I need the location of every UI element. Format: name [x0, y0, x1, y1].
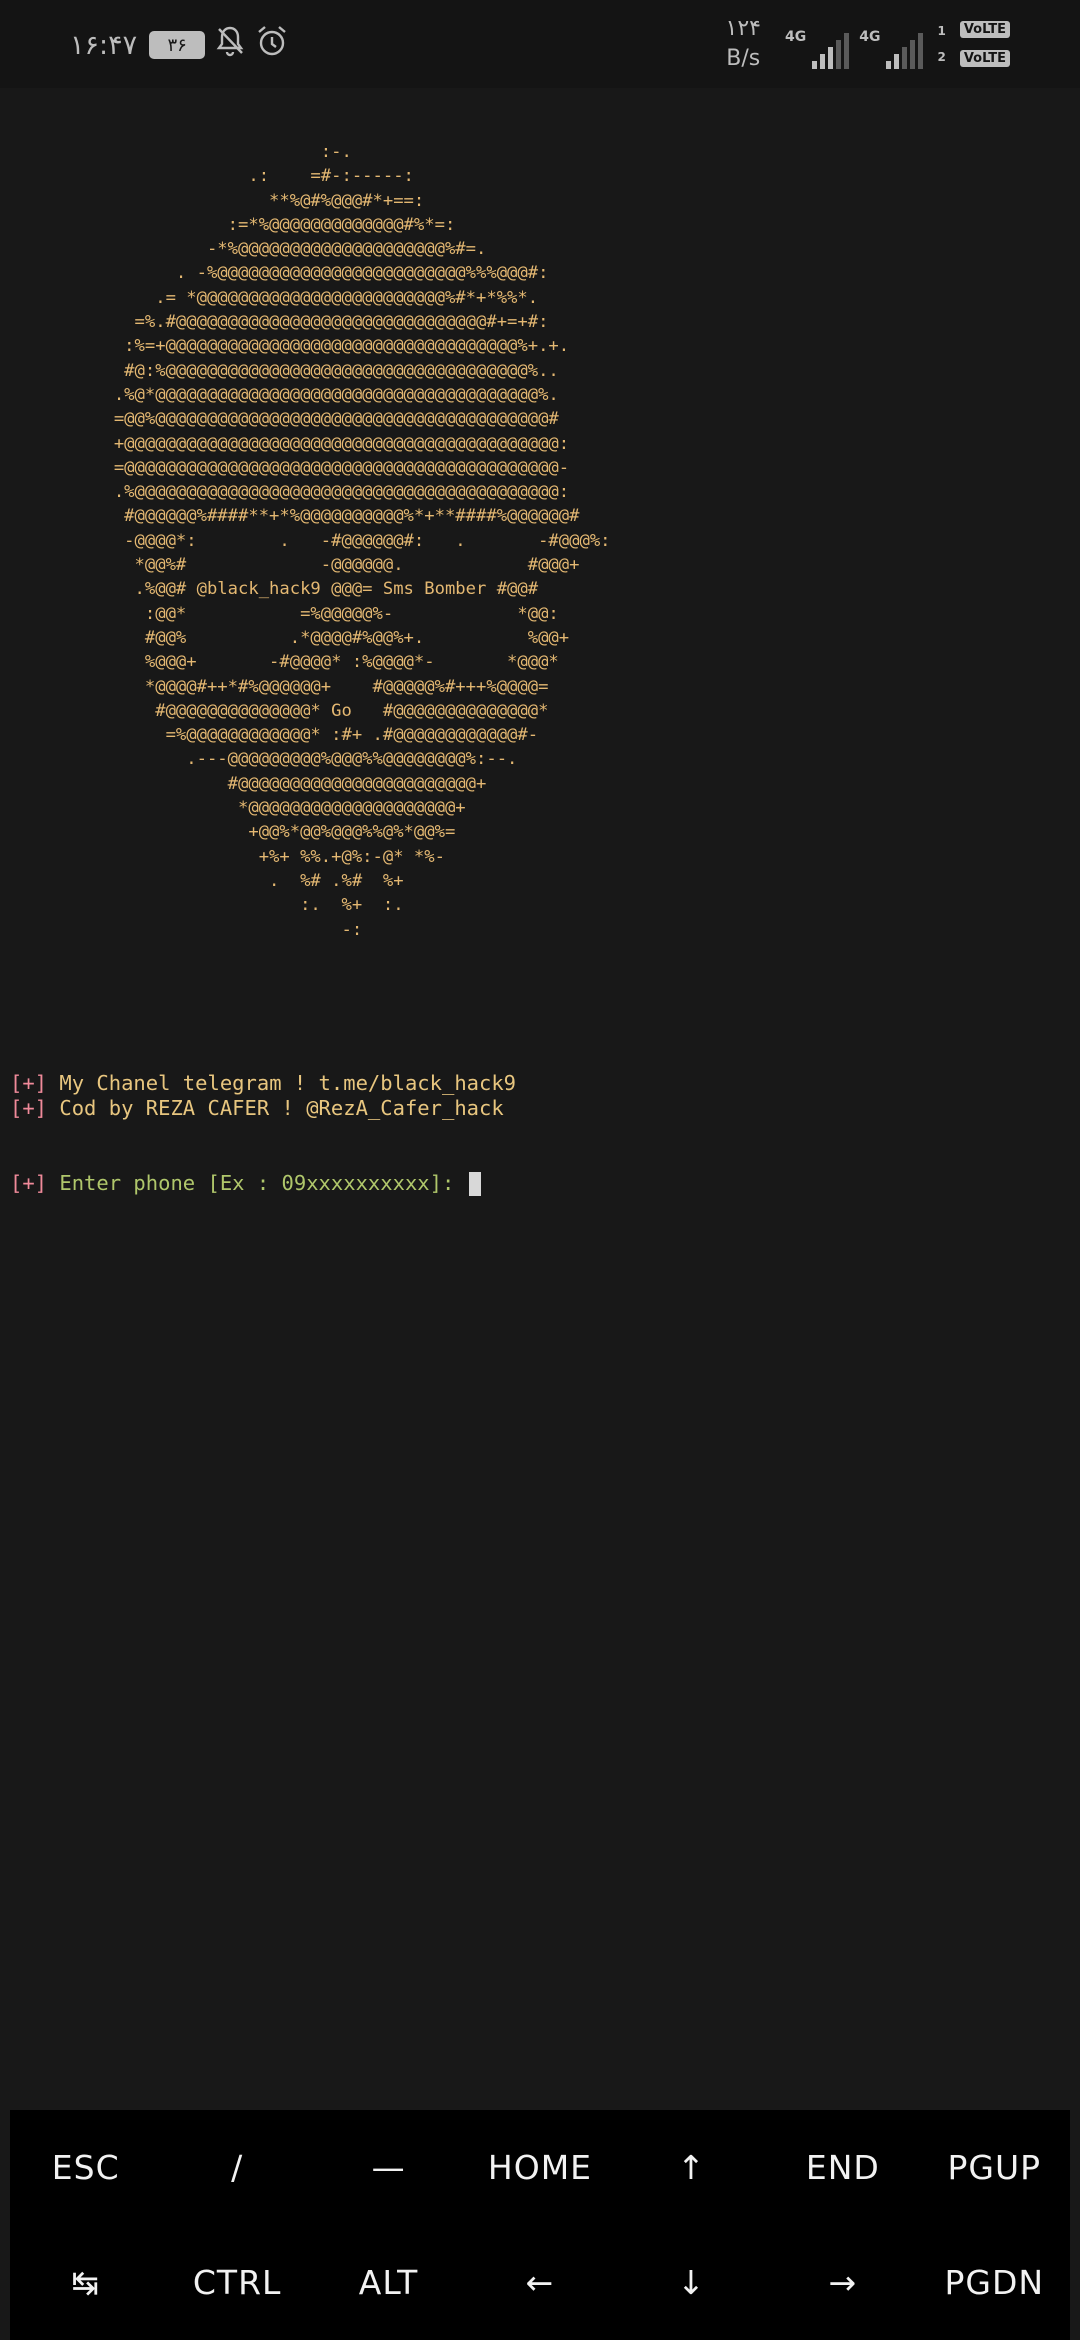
network-type-2: 4G — [859, 29, 881, 45]
signal-icon — [812, 33, 850, 69]
key-arrow-up[interactable]: ↑ — [616, 2110, 767, 2225]
key-alt[interactable]: ALT — [313, 2225, 464, 2340]
sim1-label: 1 — [937, 24, 946, 38]
line-bracket: [+] — [10, 1096, 48, 1120]
key-end[interactable]: END — [767, 2110, 918, 2225]
network-speed: ۱۲۴ B/s — [726, 14, 761, 74]
network-type-1: 4G — [785, 29, 807, 45]
key-ctrl[interactable]: CTRL — [161, 2225, 312, 2340]
sim2-label: 2 — [937, 50, 946, 64]
battery-indicator: ۳۶ — [149, 31, 206, 59]
key-pgup[interactable]: PGUP — [919, 2110, 1070, 2225]
sim-numbers: 1 2 — [937, 18, 945, 70]
status-left: ۱۶:۴۷ ۳۶ — [70, 22, 289, 68]
clock: ۱۶:۴۷ — [70, 29, 138, 61]
speed-unit: B/s — [726, 46, 761, 71]
key-arrow-down[interactable]: ↓ — [616, 2225, 767, 2340]
key-arrow-left[interactable]: ← — [464, 2225, 615, 2340]
prompt-bracket: [+] — [10, 1171, 48, 1195]
key-slash[interactable]: / — [161, 2110, 312, 2225]
line-bracket: [+] — [10, 1071, 48, 1095]
key-tab[interactable]: ↹ — [10, 2225, 161, 2340]
volte-badge-2: VoLTE — [959, 50, 1010, 67]
alarm-icon — [255, 24, 289, 66]
key-esc[interactable]: ESC — [10, 2110, 161, 2225]
speed-value: ۱۲۴ — [725, 16, 761, 41]
signal-icon — [886, 33, 924, 69]
volte-badge-1: VoLTE — [959, 21, 1010, 38]
signal-sim1: 4G — [785, 19, 850, 69]
terminal-line-telegram: [+] My Chanel telegram ! t.me/black_hack… — [10, 1070, 516, 1096]
bell-off-icon — [215, 25, 245, 65]
text-cursor[interactable] — [468, 1172, 481, 1196]
key-home[interactable]: HOME — [464, 2110, 615, 2225]
volte-badges: VoLTE VoLTE — [959, 21, 1010, 67]
terminal-line-author: [+] Cod by REZA CAFER ! @RezA_Cafer_hack — [10, 1095, 504, 1121]
terminal-prompt[interactable]: [+] Enter phone [Ex : 09xxxxxxxxxx]: — [10, 1170, 481, 1196]
status-right: ۱۲۴ B/s 4G 4G 1 2 VoLTE VoLTE — [726, 14, 1010, 74]
line-text: My Chanel telegram ! t.me/black_hack9 — [47, 1071, 517, 1095]
line-text: Cod by REZA CAFER ! @RezA_Cafer_hack — [47, 1096, 504, 1120]
key-pgdn[interactable]: PGDN — [919, 2225, 1070, 2340]
ascii-art-banner: :-. .: =#-:-----: **%@#%@@@#*+==: :=*%@@… — [113, 142, 611, 940]
extra-keys-bar: ESC / — HOME ↑ END PGUP ↹ CTRL ALT ← ↓ →… — [10, 2110, 1070, 2340]
key-arrow-right[interactable]: → — [767, 2225, 918, 2340]
signal-sim2: 4G — [859, 19, 924, 69]
prompt-text: Enter phone [Ex : 09xxxxxxxxxx]: — [47, 1171, 467, 1195]
key-dash[interactable]: — — [313, 2110, 464, 2225]
status-bar: ۱۶:۴۷ ۳۶ ۱۲۴ B/s 4G 4G 1 2 VoLTE VoLTE — [0, 0, 1080, 88]
